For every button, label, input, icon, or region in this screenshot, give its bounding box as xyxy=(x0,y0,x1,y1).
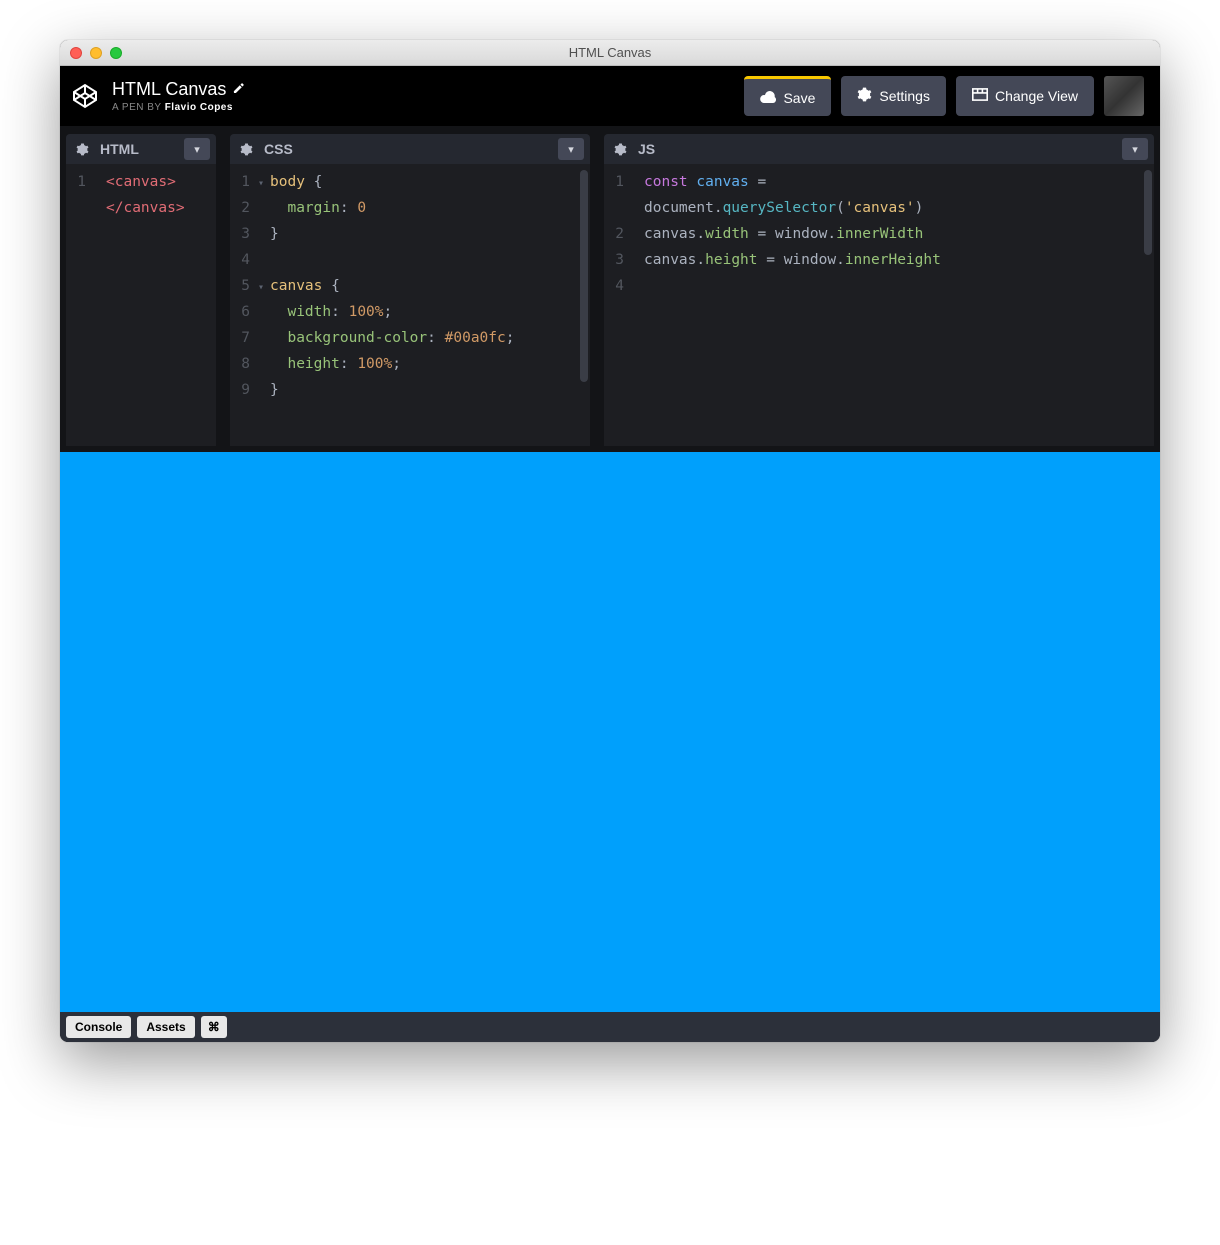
code-line[interactable]: 2 canvas.width = window.innerWidth xyxy=(604,222,1154,248)
chevron-down-icon[interactable]: ▾ xyxy=(184,138,210,160)
layout-icon xyxy=(972,88,988,104)
line-number: 5 xyxy=(230,274,258,300)
code-text[interactable]: </canvas> xyxy=(94,196,216,222)
line-number: 1 xyxy=(66,170,94,196)
panel-title-css: CSS xyxy=(264,141,293,157)
panel-title-js: JS xyxy=(638,141,655,157)
editors-row: HTML ▾ 1 <canvas> </canvas> CSS ▾ 1▾body… xyxy=(60,126,1160,446)
code-line[interactable]: </canvas> xyxy=(66,196,216,222)
chevron-down-icon[interactable]: ▾ xyxy=(1122,138,1148,160)
code-line[interactable]: 1 <canvas> xyxy=(66,170,216,196)
preview-pane[interactable] xyxy=(60,452,1160,1012)
shortcuts-button[interactable]: ⌘ xyxy=(201,1016,227,1038)
code-line[interactable]: 7 background-color: #00a0fc; xyxy=(230,326,590,352)
line-number: 2 xyxy=(604,222,632,248)
line-number: 1 xyxy=(604,170,632,196)
gear-icon xyxy=(857,87,872,105)
pen-title[interactable]: HTML Canvas xyxy=(112,79,226,100)
code-line[interactable]: document.querySelector('canvas') xyxy=(604,196,1154,222)
line-number: 8 xyxy=(230,352,258,378)
line-number: 3 xyxy=(230,222,258,248)
header: HTML Canvas A PEN BY Flavio Copes Save xyxy=(60,66,1160,126)
line-number: 4 xyxy=(604,274,632,300)
avatar[interactable] xyxy=(1104,76,1144,116)
code-line[interactable]: 4 xyxy=(604,274,1154,300)
settings-button[interactable]: Settings xyxy=(841,76,946,116)
code-line[interactable]: 6 width: 100%; xyxy=(230,300,590,326)
line-number xyxy=(604,196,632,222)
code-line[interactable]: 4 xyxy=(230,248,590,274)
code-line[interactable]: 2 margin: 0 xyxy=(230,196,590,222)
gear-icon[interactable] xyxy=(610,139,630,159)
code-text[interactable]: document.querySelector('canvas') xyxy=(632,196,1154,222)
code-line[interactable]: 5▾canvas { xyxy=(230,274,590,300)
code-text[interactable]: canvas.height = window.innerHeight xyxy=(632,248,1154,274)
editor-panel-html: HTML ▾ 1 <canvas> </canvas> xyxy=(66,134,216,446)
scrollbar[interactable] xyxy=(580,170,588,382)
code-text[interactable]: ▾body { xyxy=(258,170,590,196)
line-number: 7 xyxy=(230,326,258,352)
code-text[interactable]: } xyxy=(258,222,590,248)
code-text[interactable]: ▾canvas { xyxy=(258,274,590,300)
code-line[interactable]: 1 const canvas = xyxy=(604,170,1154,196)
codepen-logo-icon[interactable] xyxy=(72,83,98,109)
pen-info: HTML Canvas A PEN BY Flavio Copes xyxy=(112,79,730,113)
save-button[interactable]: Save xyxy=(744,76,831,116)
code-text[interactable]: height: 100%; xyxy=(258,352,590,378)
code-text[interactable] xyxy=(258,248,590,274)
code-text[interactable] xyxy=(632,274,1154,300)
line-number: 6 xyxy=(230,300,258,326)
line-number: 3 xyxy=(604,248,632,274)
line-number xyxy=(66,196,94,222)
header-buttons: Save Settings Change View xyxy=(744,76,1144,116)
code-line[interactable]: 1▾body { xyxy=(230,170,590,196)
cloud-icon xyxy=(760,90,776,106)
footer: Console Assets ⌘ xyxy=(60,1012,1160,1042)
code-text[interactable]: <canvas> xyxy=(94,170,216,196)
gear-icon[interactable] xyxy=(236,139,256,159)
titlebar: HTML Canvas xyxy=(60,40,1160,66)
editor-panel-js: JS ▾ 1 const canvas = document.querySele… xyxy=(604,134,1154,446)
line-number: 2 xyxy=(230,196,258,222)
panel-title-html: HTML xyxy=(100,141,139,157)
code-text[interactable]: canvas.width = window.innerWidth xyxy=(632,222,1154,248)
scrollbar[interactable] xyxy=(1144,170,1152,255)
line-number: 9 xyxy=(230,378,258,404)
console-button[interactable]: Console xyxy=(66,1016,131,1038)
editor-js[interactable]: 1 const canvas = document.querySelector(… xyxy=(604,164,1154,446)
pencil-icon[interactable] xyxy=(232,82,245,98)
line-number: 1 xyxy=(230,170,258,196)
code-line[interactable]: 9 } xyxy=(230,378,590,404)
panel-head-css: CSS ▾ xyxy=(230,134,590,164)
chevron-down-icon[interactable]: ▾ xyxy=(558,138,584,160)
line-number: 4 xyxy=(230,248,258,274)
code-line[interactable]: 3 } xyxy=(230,222,590,248)
editor-html[interactable]: 1 <canvas> </canvas> xyxy=(66,164,216,446)
panel-head-js: JS ▾ xyxy=(604,134,1154,164)
editor-panel-css: CSS ▾ 1▾body {2 margin: 03 }4 5▾canvas {… xyxy=(230,134,590,446)
fold-icon[interactable]: ▾ xyxy=(258,172,270,196)
code-text[interactable]: } xyxy=(258,378,590,404)
code-line[interactable]: 8 height: 100%; xyxy=(230,352,590,378)
change-view-button[interactable]: Change View xyxy=(956,76,1094,116)
assets-button[interactable]: Assets xyxy=(137,1016,194,1038)
window-title: HTML Canvas xyxy=(60,45,1160,60)
code-text[interactable]: width: 100%; xyxy=(258,300,590,326)
pen-byline: A PEN BY Flavio Copes xyxy=(112,102,730,113)
code-line[interactable]: 3 canvas.height = window.innerHeight xyxy=(604,248,1154,274)
code-text[interactable]: background-color: #00a0fc; xyxy=(258,326,590,352)
editor-css[interactable]: 1▾body {2 margin: 03 }4 5▾canvas {6 widt… xyxy=(230,164,590,446)
app-window: HTML Canvas HTML Canvas A PEN BY Flavio … xyxy=(60,40,1160,1042)
gear-icon[interactable] xyxy=(72,139,92,159)
panel-head-html: HTML ▾ xyxy=(66,134,216,164)
fold-icon[interactable]: ▾ xyxy=(258,276,270,300)
code-text[interactable]: margin: 0 xyxy=(258,196,590,222)
code-text[interactable]: const canvas = xyxy=(632,170,1154,196)
